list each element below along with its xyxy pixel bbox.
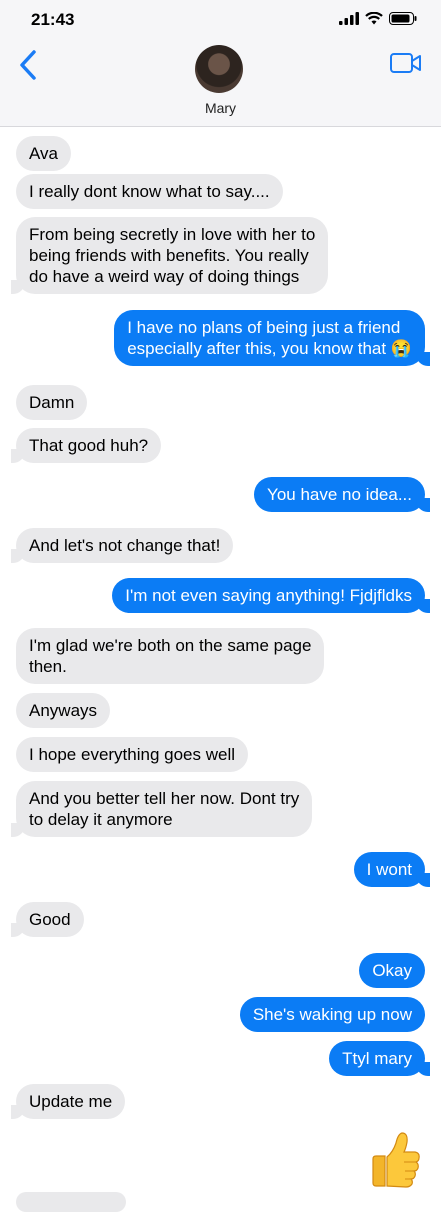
sent-message[interactable]: Ttyl mary — [329, 1041, 430, 1076]
sent-message[interactable]: You have no idea... — [254, 477, 430, 512]
received-message[interactable]: I really dont know what to say.... — [16, 174, 283, 209]
received-message[interactable]: I'm glad we're both on the same page the… — [16, 628, 325, 684]
video-call-icon[interactable] — [389, 50, 423, 76]
battery-icon — [389, 12, 417, 25]
received-message[interactable]: Good — [11, 902, 84, 937]
received-message[interactable]: Ava — [16, 136, 71, 171]
received-message[interactable]: I hope everything goes well — [16, 737, 249, 772]
back-chevron-icon[interactable] — [16, 48, 44, 82]
signal-icon — [339, 12, 359, 25]
received-message[interactable]: Update me — [10, 1084, 126, 1119]
conversation-header: 21:43 Mary — [0, 0, 441, 127]
received-message-partial — [16, 1192, 126, 1212]
received-message[interactable]: Damn — [16, 385, 88, 420]
received-message[interactable]: That good huh? — [10, 428, 162, 463]
message-thread[interactable]: Ava I really dont know what to say.... F… — [0, 126, 441, 1200]
contact-name[interactable]: Mary — [0, 100, 441, 116]
thumbs-up-emoji[interactable] — [371, 1130, 421, 1190]
sent-message[interactable]: She's waking up now — [239, 997, 425, 1032]
contact-avatar[interactable] — [195, 45, 243, 93]
sent-message[interactable]: I'm not even saying anything! Fjdjfldks — [112, 578, 430, 613]
received-message[interactable]: From being secretly in love with her to … — [10, 217, 329, 294]
sent-message[interactable]: Okay — [359, 953, 425, 988]
received-message[interactable]: And you better tell her now. Dont try to… — [10, 781, 313, 837]
wifi-icon — [365, 12, 383, 25]
received-message[interactable]: And let's not change that! — [10, 528, 234, 563]
status-icons — [339, 12, 417, 25]
sent-message[interactable]: I have no plans of being just a friend e… — [114, 310, 430, 366]
status-time: 21:43 — [31, 10, 75, 29]
sent-message[interactable]: I wont — [353, 852, 431, 887]
received-message[interactable]: Anyways — [16, 693, 111, 728]
